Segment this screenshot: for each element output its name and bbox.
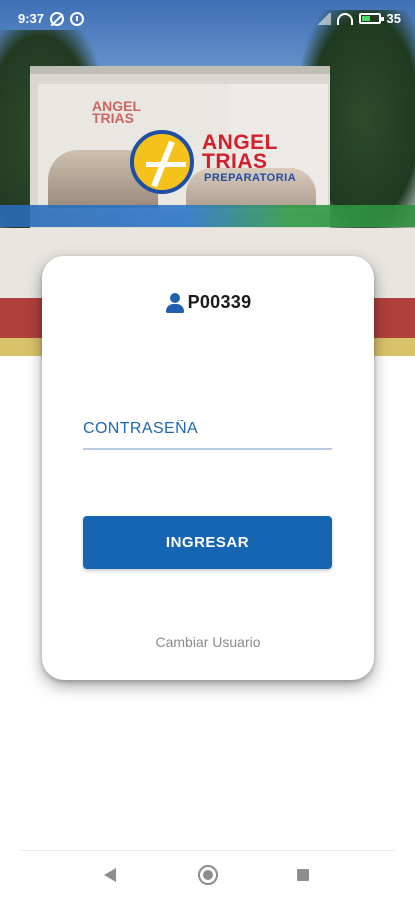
clock: 9:37 <box>18 11 45 26</box>
alarm-icon <box>70 11 85 26</box>
signal-icon <box>314 12 331 25</box>
change-user-link[interactable]: Cambiar Usuario <box>42 634 374 650</box>
battery-icon <box>358 13 384 24</box>
recents-icon[interactable] <box>297 869 309 881</box>
battery-level: 35 <box>386 11 401 26</box>
logo-name-line2: TRIAS <box>202 150 268 173</box>
login-button[interactable]: INGRESAR <box>83 516 332 569</box>
banner-logo-text: ANGEL TRIAS <box>92 98 141 126</box>
status-bar: 9:37 35 <box>0 0 415 38</box>
banner-strip <box>0 205 415 227</box>
school-logo-subtitle: PREPARATORIA <box>204 172 297 184</box>
user-id: P00339 <box>187 292 252 312</box>
password-input[interactable] <box>83 400 332 450</box>
person-icon <box>165 292 185 313</box>
home-icon[interactable] <box>198 865 218 885</box>
data-saver-icon <box>50 11 65 26</box>
angel-trias-logo-icon <box>130 130 194 194</box>
school-logo-name: ANGEL TRIAS <box>202 132 312 173</box>
login-card: P00339 INGRESAR Cambiar Usuario <box>42 256 374 680</box>
wifi-icon <box>336 12 353 25</box>
nav-divider <box>20 850 395 851</box>
navigation-bar <box>0 852 415 900</box>
back-icon[interactable] <box>104 868 116 882</box>
user-id-row: P00339 <box>42 292 374 313</box>
